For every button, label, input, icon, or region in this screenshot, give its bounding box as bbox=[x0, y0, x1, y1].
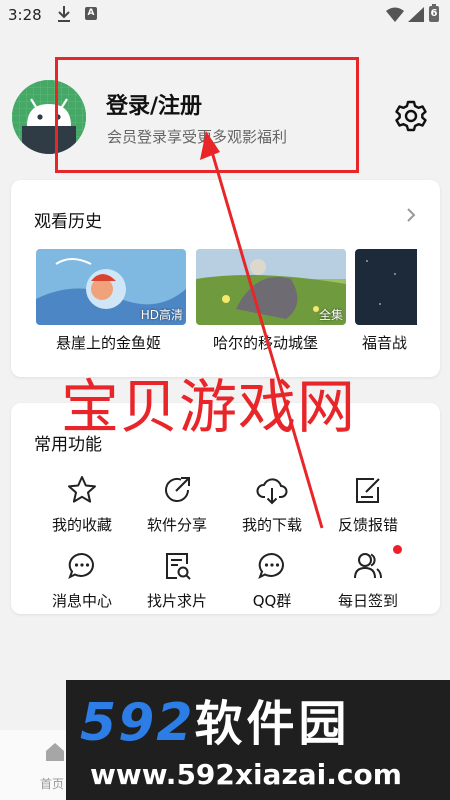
banner-url: www.592xiazai.com bbox=[90, 758, 402, 791]
site-banner: 592软件园 www.592xiazai.com bbox=[66, 680, 450, 800]
banner-cn-text: 软件园 bbox=[194, 696, 351, 752]
home-icon[interactable] bbox=[43, 740, 67, 764]
banner-logo: 592软件园 bbox=[80, 684, 351, 754]
banner-number: 592 bbox=[80, 693, 195, 753]
home-tab-label[interactable]: 首页 bbox=[40, 775, 64, 792]
